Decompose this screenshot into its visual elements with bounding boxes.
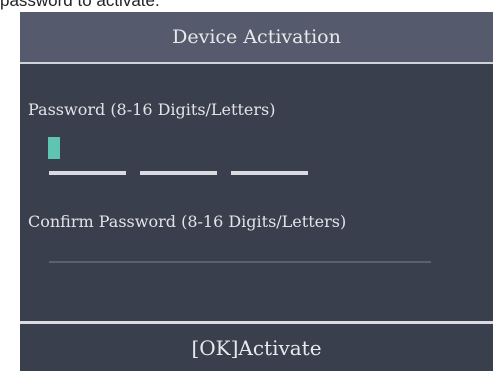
confirm-password-label: Confirm Password (8-16 Digits/Letters) (28, 212, 347, 231)
confirm-password-input[interactable] (49, 261, 431, 263)
activate-button[interactable]: [OK]Activate (20, 324, 493, 371)
password-digit-slot[interactable] (140, 171, 217, 175)
password-label: Password (8-16 Digits/Letters) (28, 100, 276, 119)
text-cursor (48, 137, 60, 159)
password-digit-slot[interactable] (231, 171, 308, 175)
activate-button-label: [OK]Activate (191, 335, 322, 360)
device-activation-screen: Device Activation Password (8-16 Digits/… (20, 12, 493, 371)
activation-form: Password (8-16 Digits/Letters) Confirm P… (20, 64, 493, 321)
caption-text: password to activate. (0, 0, 160, 10)
password-digit-slot[interactable] (49, 171, 126, 175)
page: password to activate. Device Activation … (0, 0, 493, 371)
page-title: Device Activation (172, 26, 341, 48)
title-bar: Device Activation (20, 12, 493, 64)
